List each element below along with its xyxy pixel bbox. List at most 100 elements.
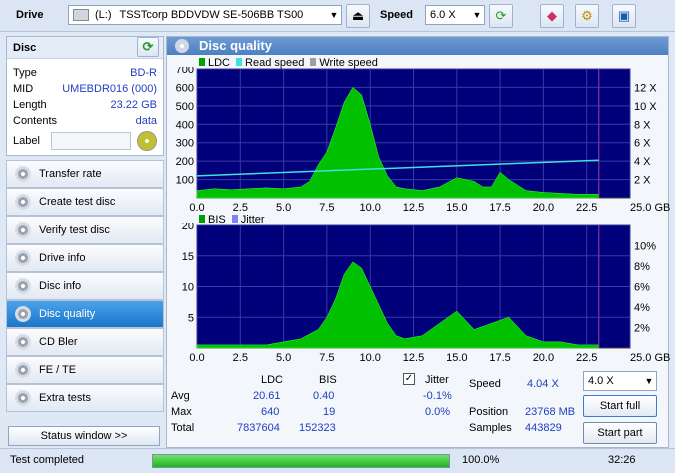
mid-label: MID — [13, 83, 34, 95]
disc-row-mid: MID UMEBDR016 (000) — [7, 81, 163, 97]
panel-title: Disc quality — [167, 37, 668, 55]
disc-icon — [15, 390, 31, 406]
disc-row-label: Label — [7, 129, 163, 153]
y-tick-label: 15 — [182, 251, 194, 263]
y-right-tick-label: 4% — [634, 302, 650, 314]
status-window-button[interactable]: Status window >> — [8, 426, 160, 446]
disc-icon — [15, 306, 31, 322]
nav-item-label: Disc quality — [39, 308, 96, 320]
chevron-down-icon: ▼ — [644, 376, 654, 386]
disc-info-box: Disc ⟳ Type BD-R MID UMEBDR016 (000) Lengt… — [6, 36, 164, 156]
y-right-tick-label: 10% — [634, 241, 656, 253]
status-text: Test completed — [10, 454, 84, 466]
elapsed-time: 32:26 — [608, 454, 636, 466]
settings-button[interactable]: ⚙ — [575, 4, 599, 28]
refresh-icon: ⟳ — [142, 39, 154, 54]
test-speed-select[interactable]: 4.0 X ▼ — [583, 371, 657, 391]
save-button[interactable]: ▣ — [612, 4, 636, 28]
y-tick-label: 10 — [182, 282, 194, 294]
jitter-label: Jitter — [425, 374, 449, 386]
start-full-button[interactable]: Start full — [583, 395, 657, 417]
x-tick-label: 22.5 — [576, 202, 597, 214]
progress-fill — [153, 455, 449, 467]
nav-item-create-test-disc[interactable]: Create test disc — [6, 188, 164, 216]
refresh-button[interactable]: ⟳ — [489, 4, 513, 28]
erase-button[interactable]: ◆ — [540, 4, 564, 28]
panel-title-text: Disc quality — [199, 38, 272, 53]
nav-list: Transfer rate Create test disc Verify test… — [6, 160, 164, 412]
length-label: Length — [13, 99, 47, 111]
y-right-tick-label: 2% — [634, 323, 650, 335]
avg-label: Avg — [171, 390, 190, 402]
y-right-tick-label: 8% — [634, 261, 650, 273]
x-tick-label: 7.5 — [319, 352, 334, 364]
contents-label: Contents — [13, 115, 58, 127]
disc-label-icon[interactable] — [136, 131, 157, 151]
bis-chart: 0.0 2.5 5.0 7.5 10.0 12.5 15.0 17.5 20.0 22.5 25.0… — [182, 223, 670, 364]
nav-item-label: Drive info — [39, 252, 86, 264]
disc-icon — [15, 334, 31, 350]
col-ldc-header: LDC — [261, 374, 284, 386]
nav-item-fe-te[interactable]: FE / TE — [6, 356, 164, 384]
y-tick-label: 700 — [176, 67, 194, 76]
nav-item-drive-info[interactable]: Drive info — [6, 244, 164, 272]
y-tick-label: 200 — [176, 156, 194, 168]
total-ldc: 7837604 — [237, 422, 280, 434]
length-value: 23.22 GB — [110, 99, 157, 111]
label-input[interactable] — [51, 132, 132, 150]
disc-row-type: Type BD-R — [7, 65, 163, 81]
disc-refresh-button[interactable]: ⟳ — [137, 37, 159, 57]
max-bis: 19 — [323, 406, 336, 418]
drive-letter: (L:) — [95, 9, 112, 21]
avg-jitter: -0.1% — [423, 390, 452, 402]
speed-stat-label: Speed — [469, 378, 501, 390]
y-tick-label: 20 — [182, 223, 194, 232]
disc-icon — [15, 250, 31, 266]
nav-item-label: Disc info — [39, 280, 82, 292]
total-bis: 152323 — [299, 422, 336, 434]
y-tick-label: 400 — [176, 119, 194, 131]
nav-item-extra-tests[interactable]: Extra tests — [6, 384, 164, 412]
nav-item-disc-quality[interactable]: Disc quality — [6, 300, 164, 328]
nav-item-verify-test-disc[interactable]: Verify test disc — [6, 216, 164, 244]
type-label: Type — [13, 67, 37, 79]
toolbar: Drive (L:) TSSTcorp BDDVDW SE-506BB TS00… — [0, 0, 675, 32]
y-right-tick-label: 6% — [634, 282, 650, 294]
gear-icon: ⚙ — [581, 8, 593, 23]
col-bis-header: BIS — [319, 374, 337, 386]
y-right-tick-label: 2 X — [634, 175, 651, 187]
eject-button[interactable]: ⏏ — [346, 4, 370, 28]
jitter-checkbox[interactable]: ✓ — [403, 373, 415, 385]
disc-icon — [15, 362, 31, 378]
speed-value: 6.0 X — [430, 9, 456, 21]
type-value: BD-R — [130, 67, 157, 79]
progress-percent: 100.0% — [462, 454, 500, 466]
disc-icon — [15, 194, 31, 210]
disc-title: Disc — [13, 42, 37, 54]
position-label: Position — [469, 406, 509, 418]
y-right-tick-label: 10 X — [634, 101, 657, 113]
disc-row-contents: Contents data — [7, 113, 163, 129]
save-icon: ▣ — [617, 8, 631, 23]
disc-header: Disc ⟳ — [7, 37, 163, 59]
drive-select[interactable]: (L:) TSSTcorp BDDVDW SE-506BB TS00 ▼ — [68, 5, 342, 25]
disc-icon — [15, 222, 31, 238]
nav-item-disc-info[interactable]: Disc info — [6, 272, 164, 300]
max-jitter: 0.0% — [425, 406, 451, 418]
speed-select[interactable]: 6.0 X ▼ — [425, 5, 485, 25]
x-tick-label: 25.0 GB — [630, 352, 670, 364]
drive-icon — [73, 9, 89, 21]
disc-icon — [15, 166, 31, 182]
eject-icon: ⏏ — [351, 8, 365, 23]
drive-value: TSSTcorp BDDVDW SE-506BB TS00 — [119, 9, 304, 21]
x-tick-label: 0.0 — [189, 352, 204, 364]
y-tick-label: 5 — [188, 312, 194, 324]
start-part-button[interactable]: Start part — [583, 422, 657, 444]
nav-item-transfer-rate[interactable]: Transfer rate — [6, 160, 164, 188]
x-tick-label: 22.5 — [576, 352, 597, 364]
y-tick-label: 500 — [176, 101, 194, 113]
y-right-tick-label: 12 X — [634, 82, 657, 94]
nav-item-cd-bler[interactable]: CD Bler — [6, 328, 164, 356]
x-tick-label: 2.5 — [233, 202, 248, 214]
y-tick-label: 100 — [176, 175, 194, 187]
